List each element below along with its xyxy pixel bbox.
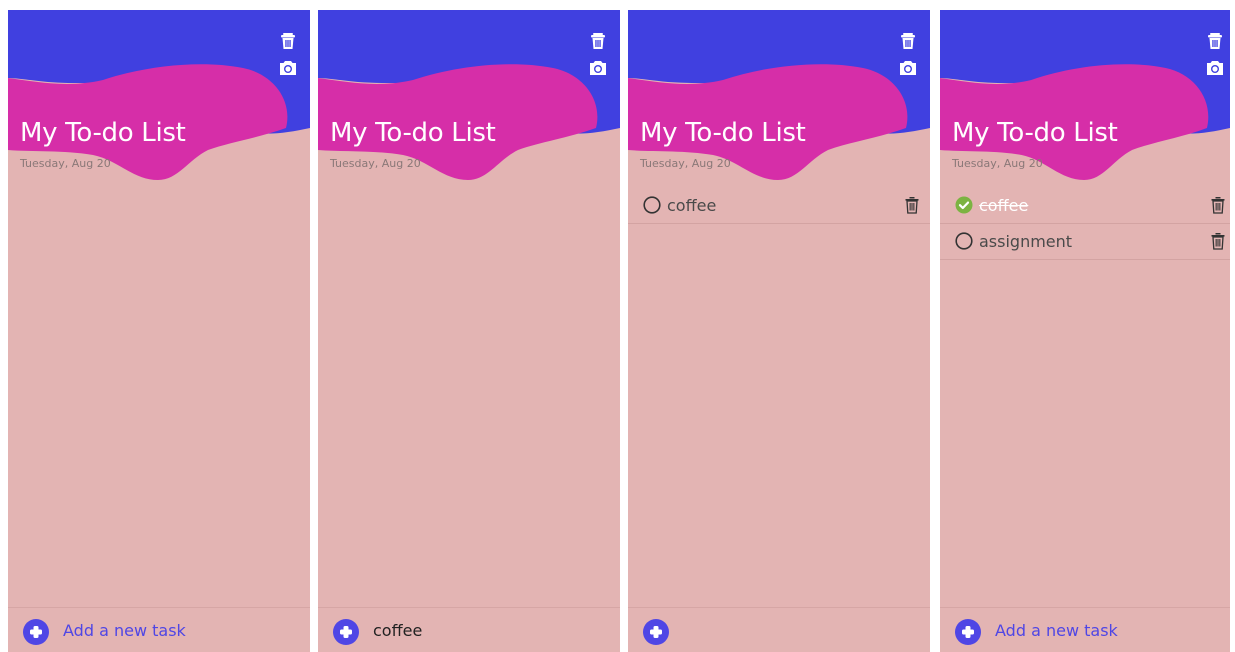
header-background: [628, 10, 930, 200]
task-delete-button[interactable]: [1210, 196, 1226, 214]
todo-screen-3: My To-do List Tuesday, Aug 20 coffee: [628, 10, 930, 652]
plus-circle-icon: [333, 619, 359, 645]
task-checkbox[interactable]: [643, 196, 661, 214]
date-label: Tuesday, Aug 20: [952, 157, 1043, 170]
date-label: Tuesday, Aug 20: [20, 157, 111, 170]
add-task-button[interactable]: [643, 619, 669, 645]
task-list: coffee: [628, 188, 930, 224]
task-item: assignment: [940, 224, 1230, 260]
screenshot-camera-icon[interactable]: [898, 58, 918, 78]
clear-all-trash-icon[interactable]: [278, 31, 298, 51]
screenshot-camera-icon[interactable]: [1205, 58, 1225, 78]
task-item: coffee: [628, 188, 930, 224]
header-background: [318, 10, 620, 200]
todo-screen-4: My To-do List Tuesday, Aug 20 coffee ass…: [940, 10, 1230, 652]
screenshot-camera-icon[interactable]: [278, 58, 298, 78]
task-label: coffee: [667, 196, 717, 215]
clear-all-trash-icon[interactable]: [1205, 31, 1225, 51]
circle-outline-icon: [643, 196, 661, 214]
add-task-bar: [8, 607, 310, 652]
circle-outline-icon: [955, 232, 973, 250]
page-title: My To-do List: [330, 118, 496, 148]
new-task-input[interactable]: [373, 616, 593, 644]
page-title: My To-do List: [952, 118, 1118, 148]
task-list: coffee assignment: [940, 188, 1230, 260]
date-label: Tuesday, Aug 20: [640, 157, 731, 170]
add-task-button[interactable]: [955, 619, 981, 645]
add-task-button[interactable]: [23, 619, 49, 645]
date-label: Tuesday, Aug 20: [330, 157, 421, 170]
task-checkbox[interactable]: [955, 232, 973, 250]
trash-outline-icon: [1211, 233, 1225, 250]
header-background: [8, 10, 310, 200]
plus-circle-icon: [643, 619, 669, 645]
task-delete-button[interactable]: [904, 196, 920, 214]
new-task-input[interactable]: [683, 616, 903, 644]
check-circle-icon: [955, 196, 973, 214]
task-label: assignment: [979, 232, 1073, 251]
task-checkbox[interactable]: [955, 196, 973, 214]
screenshot-camera-icon[interactable]: [588, 58, 608, 78]
trash-outline-icon: [905, 197, 919, 214]
add-task-bar: [628, 607, 930, 652]
add-task-button[interactable]: [333, 619, 359, 645]
todo-screen-1: My To-do List Tuesday, Aug 20: [8, 10, 310, 652]
task-delete-button[interactable]: [1210, 232, 1226, 250]
clear-all-trash-icon[interactable]: [588, 31, 608, 51]
task-label: coffee: [979, 196, 1029, 215]
trash-outline-icon: [1211, 197, 1225, 214]
page-title: My To-do List: [20, 118, 186, 148]
page-title: My To-do List: [640, 118, 806, 148]
header-background: [940, 10, 1230, 200]
plus-circle-icon: [955, 619, 981, 645]
task-item: coffee: [940, 188, 1230, 224]
plus-circle-icon: [23, 619, 49, 645]
clear-all-trash-icon[interactable]: [898, 31, 918, 51]
add-task-bar: [940, 607, 1230, 652]
new-task-input[interactable]: [995, 616, 1215, 644]
todo-screen-2: My To-do List Tuesday, Aug 20: [318, 10, 620, 652]
add-task-bar: [318, 607, 620, 652]
new-task-input[interactable]: [63, 616, 283, 644]
